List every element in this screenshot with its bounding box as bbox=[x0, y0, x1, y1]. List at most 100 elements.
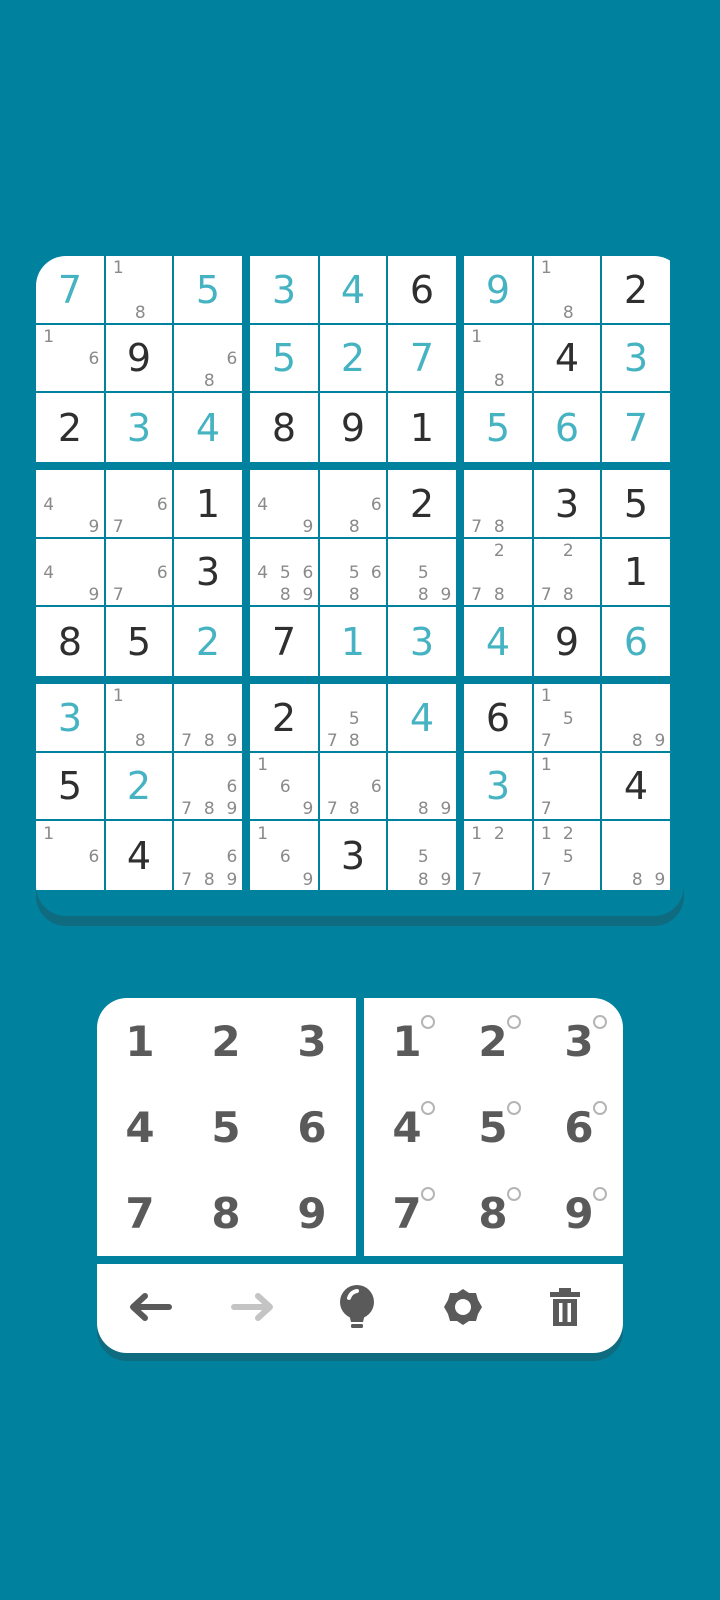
cell-r6c4[interactable]: 7 bbox=[250, 607, 318, 676]
cell-r6c9[interactable]: 6 bbox=[602, 607, 670, 676]
cell-r3c1[interactable]: 2 bbox=[36, 393, 104, 462]
cell-r6c1[interactable]: 8 bbox=[36, 607, 104, 676]
cell-r4c4[interactable]: 49 bbox=[250, 470, 318, 537]
cell-r7c5[interactable]: 578 bbox=[320, 684, 386, 751]
cell-r2c1[interactable]: 16 bbox=[36, 325, 104, 391]
cell-r4c9[interactable]: 5 bbox=[602, 470, 670, 537]
cell-r8c6[interactable]: 89 bbox=[388, 753, 456, 819]
cell-r1c3[interactable]: 5 bbox=[174, 256, 242, 323]
cell-r8c3[interactable]: 6 789 bbox=[174, 753, 242, 819]
cell-r9c5[interactable]: 3 bbox=[320, 821, 386, 890]
cell-r3c5[interactable]: 9 bbox=[320, 393, 386, 462]
cell-r7c9[interactable]: 89 bbox=[602, 684, 670, 751]
number-key-8[interactable]: 8 bbox=[183, 1170, 269, 1256]
cell-r9c1[interactable]: 16 bbox=[36, 821, 104, 890]
hint-button[interactable] bbox=[304, 1264, 409, 1353]
cell-r5c8[interactable]: 2 78 bbox=[534, 539, 600, 605]
note-key-8[interactable]: 8 bbox=[450, 1170, 536, 1256]
cell-r2c3[interactable]: 68 bbox=[174, 325, 242, 391]
note-key-1[interactable]: 1 bbox=[364, 998, 450, 1084]
cell-r2c9[interactable]: 3 bbox=[602, 325, 670, 391]
cell-r6c8[interactable]: 9 bbox=[534, 607, 600, 676]
number-key-1[interactable]: 1 bbox=[97, 998, 183, 1084]
cell-r7c1[interactable]: 3 bbox=[36, 684, 104, 751]
cell-r7c2[interactable]: 18 bbox=[106, 684, 172, 751]
note-key-4[interactable]: 4 bbox=[364, 1084, 450, 1170]
cell-r3c8[interactable]: 6 bbox=[534, 393, 600, 462]
number-key-4[interactable]: 4 bbox=[97, 1084, 183, 1170]
cell-r4c2[interactable]: 67 bbox=[106, 470, 172, 537]
cell-r5c2[interactable]: 67 bbox=[106, 539, 172, 605]
cell-r4c1[interactable]: 49 bbox=[36, 470, 104, 537]
cell-r4c8[interactable]: 3 bbox=[534, 470, 600, 537]
cell-r1c6[interactable]: 6 bbox=[388, 256, 456, 323]
note-key-5[interactable]: 5 bbox=[450, 1084, 536, 1170]
cell-r1c7[interactable]: 9 bbox=[464, 256, 532, 323]
cell-r6c2[interactable]: 5 bbox=[106, 607, 172, 676]
note-key-6[interactable]: 6 bbox=[536, 1084, 622, 1170]
note-key-2[interactable]: 2 bbox=[450, 998, 536, 1084]
cell-r9c2[interactable]: 4 bbox=[106, 821, 172, 890]
cell-r2c7[interactable]: 18 bbox=[464, 325, 532, 391]
cell-r1c5[interactable]: 4 bbox=[320, 256, 386, 323]
cell-r8c5[interactable]: 6 78 bbox=[320, 753, 386, 819]
cell-r1c9[interactable]: 2 bbox=[602, 256, 670, 323]
cell-r8c8[interactable]: 17 bbox=[534, 753, 600, 819]
cell-r5c9[interactable]: 1 bbox=[602, 539, 670, 605]
number-key-9[interactable]: 9 bbox=[269, 1170, 355, 1256]
cell-r5c3[interactable]: 3 bbox=[174, 539, 242, 605]
cell-r7c4[interactable]: 2 bbox=[250, 684, 318, 751]
cell-r8c7[interactable]: 3 bbox=[464, 753, 532, 819]
cell-r1c4[interactable]: 3 bbox=[250, 256, 318, 323]
cell-r9c8[interactable]: 1257 bbox=[534, 821, 600, 890]
cell-r4c7[interactable]: 78 bbox=[464, 470, 532, 537]
number-key-7[interactable]: 7 bbox=[97, 1170, 183, 1256]
redo-button[interactable] bbox=[200, 1264, 305, 1353]
cell-r1c1[interactable]: 7 bbox=[36, 256, 104, 323]
cell-r5c7[interactable]: 2 78 bbox=[464, 539, 532, 605]
cell-r1c8[interactable]: 18 bbox=[534, 256, 600, 323]
cell-r2c6[interactable]: 7 bbox=[388, 325, 456, 391]
cell-r7c8[interactable]: 157 bbox=[534, 684, 600, 751]
settings-button[interactable] bbox=[410, 1264, 515, 1353]
note-key-3[interactable]: 3 bbox=[536, 998, 622, 1084]
cell-r3c6[interactable]: 1 bbox=[388, 393, 456, 462]
cell-r3c3[interactable]: 4 bbox=[174, 393, 242, 462]
cell-r9c7[interactable]: 12 7 bbox=[464, 821, 532, 890]
cell-r8c1[interactable]: 5 bbox=[36, 753, 104, 819]
cell-r6c3[interactable]: 2 bbox=[174, 607, 242, 676]
number-key-5[interactable]: 5 bbox=[183, 1084, 269, 1170]
cell-r4c6[interactable]: 2 bbox=[388, 470, 456, 537]
cell-r6c7[interactable]: 4 bbox=[464, 607, 532, 676]
number-key-2[interactable]: 2 bbox=[183, 998, 269, 1084]
cell-r7c6[interactable]: 4 bbox=[388, 684, 456, 751]
cell-r3c4[interactable]: 8 bbox=[250, 393, 318, 462]
cell-r8c2[interactable]: 2 bbox=[106, 753, 172, 819]
cell-r2c8[interactable]: 4 bbox=[534, 325, 600, 391]
cell-r9c9[interactable]: 89 bbox=[602, 821, 670, 890]
cell-r7c7[interactable]: 6 bbox=[464, 684, 532, 751]
cell-r2c2[interactable]: 9 bbox=[106, 325, 172, 391]
cell-r1c2[interactable]: 18 bbox=[106, 256, 172, 323]
cell-r5c5[interactable]: 568 bbox=[320, 539, 386, 605]
cell-r9c6[interactable]: 589 bbox=[388, 821, 456, 890]
cell-r3c2[interactable]: 3 bbox=[106, 393, 172, 462]
delete-button[interactable] bbox=[512, 1264, 617, 1353]
note-key-9[interactable]: 9 bbox=[536, 1170, 622, 1256]
cell-r8c4[interactable]: 169 bbox=[250, 753, 318, 819]
cell-r9c3[interactable]: 6 789 bbox=[174, 821, 242, 890]
cell-r6c5[interactable]: 1 bbox=[320, 607, 386, 676]
cell-r2c4[interactable]: 5 bbox=[250, 325, 318, 391]
number-key-6[interactable]: 6 bbox=[269, 1084, 355, 1170]
note-key-7[interactable]: 7 bbox=[364, 1170, 450, 1256]
cell-r2c5[interactable]: 2 bbox=[320, 325, 386, 391]
cell-r4c5[interactable]: 68 bbox=[320, 470, 386, 537]
cell-r6c6[interactable]: 3 bbox=[388, 607, 456, 676]
number-key-3[interactable]: 3 bbox=[269, 998, 355, 1084]
cell-r7c3[interactable]: 789 bbox=[174, 684, 242, 751]
cell-r4c3[interactable]: 1 bbox=[174, 470, 242, 537]
cell-r5c6[interactable]: 589 bbox=[388, 539, 456, 605]
cell-r5c4[interactable]: 45689 bbox=[250, 539, 318, 605]
cell-r5c1[interactable]: 49 bbox=[36, 539, 104, 605]
undo-button[interactable] bbox=[97, 1264, 202, 1353]
